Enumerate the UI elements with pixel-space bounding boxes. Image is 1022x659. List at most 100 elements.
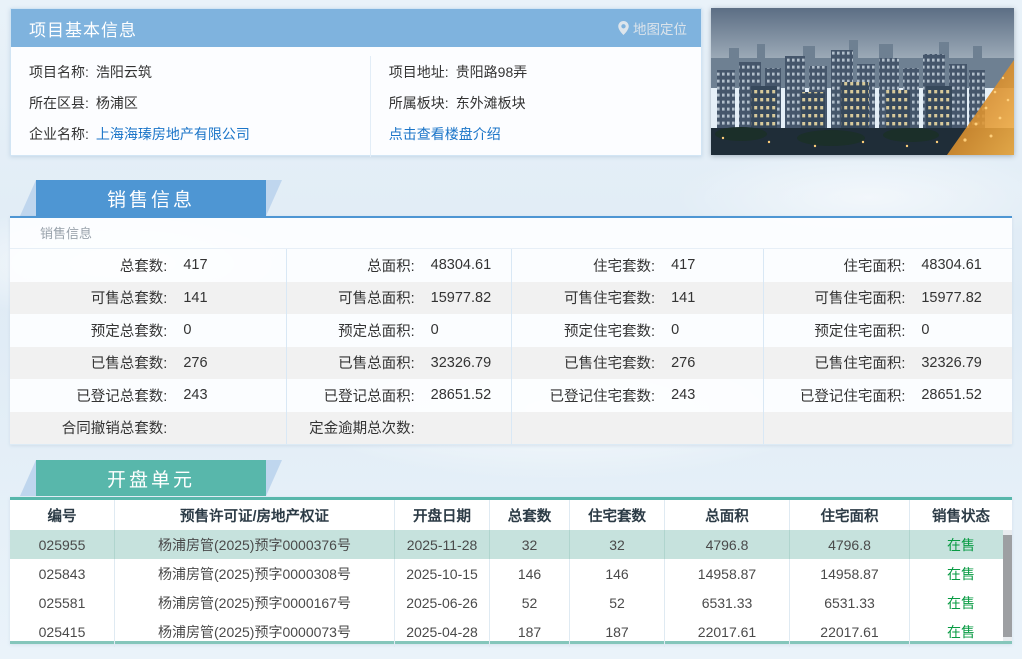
sales-cell: 已售总套数: 276 bbox=[10, 347, 286, 380]
kaipan-cell: 22017.61 bbox=[665, 617, 790, 647]
sales-cell: 已售总面积: 32326.79 bbox=[286, 346, 511, 379]
kaipan-column-header: 编号 bbox=[10, 500, 115, 530]
sales-cell-value: 0 bbox=[921, 322, 930, 339]
kaipan-cell: 6531.33 bbox=[790, 588, 910, 618]
sales-cell: 住宅套数: 417 bbox=[511, 249, 763, 282]
company-label: 企业名称: bbox=[29, 125, 89, 142]
sales-cell-label: 住宅套数: bbox=[593, 258, 656, 275]
kaipan-cell: 32 bbox=[570, 530, 665, 560]
sales-cell: 总面积: 48304.61 bbox=[286, 249, 511, 282]
sales-cell: 已售住宅面积: 32326.79 bbox=[763, 346, 1012, 379]
kaipan-cell: 2025-10-15 bbox=[395, 559, 490, 589]
kaipan-cell: 187 bbox=[490, 617, 570, 647]
kaipan-cell: 146 bbox=[490, 559, 570, 589]
kaipan-table-row[interactable]: 025843 杨浦房管(2025)预字0000308号 2025-10-15 146 1… bbox=[10, 559, 1012, 589]
kaipan-cell: 4796.8 bbox=[665, 530, 790, 560]
sales-cell-label: 预定住宅套数: bbox=[564, 323, 656, 340]
sales-cell-label: 已登记总套数: bbox=[76, 388, 168, 405]
kaipan-cell: 2025-11-28 bbox=[395, 530, 490, 560]
sales-row: 已售总套数: 276 已售总面积: 32326.79 已售住宅套数: 276 已售住宅面积:… bbox=[10, 346, 1012, 380]
sales-cell-value: 48304.61 bbox=[921, 257, 982, 274]
sales-cell-value: 276 bbox=[183, 354, 208, 371]
kaipan-table-row[interactable]: 025955 杨浦房管(2025)预字0000376号 2025-11-28 32 32… bbox=[10, 530, 1012, 560]
sale-status-badge: 在售 bbox=[947, 565, 975, 582]
tab-sales-info[interactable]: 销售信息 bbox=[20, 180, 282, 216]
tab-opening-units-label: 开盘单元 bbox=[106, 469, 195, 491]
scrollbar-thumb[interactable] bbox=[1003, 535, 1012, 637]
sales-cell-label: 预定总套数: bbox=[90, 323, 168, 340]
sales-cell: 已售住宅套数: 276 bbox=[511, 346, 763, 379]
sales-cell: 总套数: 417 bbox=[10, 249, 286, 282]
sales-cell-value: 243 bbox=[183, 387, 208, 404]
sales-cell-label: 已售住宅套数: bbox=[564, 356, 656, 373]
sales-cell: 可售住宅套数: 141 bbox=[511, 281, 763, 314]
sales-cell-value: 15977.82 bbox=[921, 289, 982, 306]
sales-cell-value: 28651.52 bbox=[430, 387, 492, 404]
kaipan-header-row: 编号 预售许可证/房地产权证 开盘日期 总套数 住宅套数 总面积 住宅面积 销售状态 bbox=[10, 500, 1012, 530]
sales-row: 总套数: 417 总面积: 48304.61 住宅套数: 417 住宅面积: 48304.61 bbox=[10, 249, 1012, 282]
sales-cell-label: 已登记总面积: bbox=[323, 388, 415, 405]
sales-cell-label: 总面积: bbox=[367, 258, 415, 275]
district-value: 杨浦区 bbox=[95, 94, 138, 111]
location-pin-icon bbox=[618, 21, 629, 35]
sales-cell-value: 141 bbox=[183, 289, 208, 306]
sales-row: 预定总套数: 0 预定总面积: 0 预定住宅套数: 0 预定住宅面积: 0 bbox=[10, 314, 1012, 347]
kaipan-cell: 杨浦房管(2025)预字0000308号 bbox=[115, 559, 395, 589]
kaipan-cell: 杨浦房管(2025)预字0000167号 bbox=[115, 588, 395, 618]
sales-cell-value: 32326.79 bbox=[921, 354, 982, 371]
kaipan-cell: 14958.87 bbox=[790, 559, 910, 589]
sales-cell: 已登记住宅面积: 28651.52 bbox=[763, 379, 1012, 412]
sales-cell: 可售总面积: 15977.82 bbox=[286, 281, 511, 314]
kaipan-cell: 2025-06-26 bbox=[395, 588, 490, 618]
sales-cell: 已登记总面积: 28651.52 bbox=[286, 379, 511, 412]
sales-cell: 预定住宅面积: 0 bbox=[763, 314, 1012, 347]
sale-status-badge: 在售 bbox=[947, 595, 975, 612]
sales-cell: 定金逾期总次数: bbox=[286, 411, 511, 444]
sales-cell bbox=[763, 411, 1012, 444]
address-field: 项目地址: 贵阳路98弄 bbox=[371, 56, 701, 87]
kaipan-cell: 187 bbox=[570, 617, 665, 647]
map-locate-link[interactable]: 地图定位 bbox=[618, 18, 687, 38]
kaipan-table-row[interactable]: 025581 杨浦房管(2025)预字0000167号 2025-06-26 52 52… bbox=[10, 588, 1012, 618]
kaipan-column-header: 总套数 bbox=[490, 500, 570, 530]
sales-cell-label: 已登记住宅面积: bbox=[799, 388, 906, 405]
project-info-right-col: 项目地址: 贵阳路98弄 所属板块: 东外滩板块 点击查看楼盘介绍 bbox=[369, 56, 701, 157]
sales-cell: 合同撤销总套数: bbox=[10, 412, 286, 445]
sales-cell: 预定总套数: 0 bbox=[10, 314, 286, 347]
sales-row: 已登记总套数: 243 已登记总面积: 28651.52 已登记住宅套数: 243 已登记住… bbox=[10, 379, 1012, 412]
sale-status-badge: 在售 bbox=[947, 536, 975, 553]
kaipan-table-row[interactable]: 025415 杨浦房管(2025)预字0000073号 2025-04-28 187 1… bbox=[10, 617, 1012, 647]
kaipan-cell: 14958.87 bbox=[665, 559, 790, 589]
kaipan-column-header: 销售状态 bbox=[932, 508, 990, 525]
sales-cell: 已登记住宅套数: 243 bbox=[511, 379, 763, 412]
sales-cell-value: 276 bbox=[671, 354, 696, 371]
kaipan-column-header: 住宅套数 bbox=[570, 500, 665, 530]
sales-cell-value: 0 bbox=[183, 322, 192, 339]
tab-sales-info-label: 销售信息 bbox=[106, 189, 195, 211]
kaipan-cell: 025415 bbox=[10, 617, 115, 647]
map-locate-label: 地图定位 bbox=[633, 22, 687, 37]
sales-cell-value: 48304.61 bbox=[430, 257, 492, 274]
kaipan-column-header: 总面积 bbox=[665, 500, 790, 530]
sales-cell: 已登记总套数: 243 bbox=[10, 379, 286, 412]
sales-cell-value: 0 bbox=[671, 322, 680, 339]
company-link[interactable]: 上海海瑧房地产有限公司 bbox=[96, 124, 250, 144]
sales-cell-label: 住宅面积: bbox=[843, 258, 906, 275]
sales-sub-label: 销售信息 bbox=[10, 218, 1012, 249]
building-intro-link[interactable]: 点击查看楼盘介绍 bbox=[389, 124, 501, 144]
kaipan-cell: 22017.61 bbox=[790, 617, 910, 647]
opening-units-table: 编号 预售许可证/房地产权证 开盘日期 总套数 住宅套数 总面积 住宅面积 销售状态 0259… bbox=[10, 497, 1012, 647]
kaipan-cell: 52 bbox=[570, 588, 665, 618]
sales-cell-label: 预定住宅面积: bbox=[814, 323, 906, 340]
sales-cell-value: 417 bbox=[183, 257, 208, 274]
sales-cell-value: 0 bbox=[430, 322, 439, 339]
district-field: 所在区县: 杨浦区 bbox=[11, 87, 370, 118]
table-scrollbar[interactable] bbox=[1003, 530, 1012, 641]
project-name-label: 项目名称: bbox=[29, 63, 89, 80]
kaipan-rows: 025955 杨浦房管(2025)预字0000376号 2025-11-28 32 32… bbox=[10, 530, 1012, 647]
kaipan-cell: 杨浦房管(2025)预字0000376号 bbox=[115, 530, 395, 560]
sales-cell-value: 417 bbox=[671, 257, 696, 274]
project-info-left-col: 项目名称: 浩阳云筑 所在区县: 杨浦区 企业名称: 上海海瑧房地产有限公司 bbox=[11, 56, 370, 157]
intro-field: 点击查看楼盘介绍 bbox=[371, 118, 701, 149]
tab-opening-units[interactable]: 开盘单元 bbox=[20, 460, 282, 496]
